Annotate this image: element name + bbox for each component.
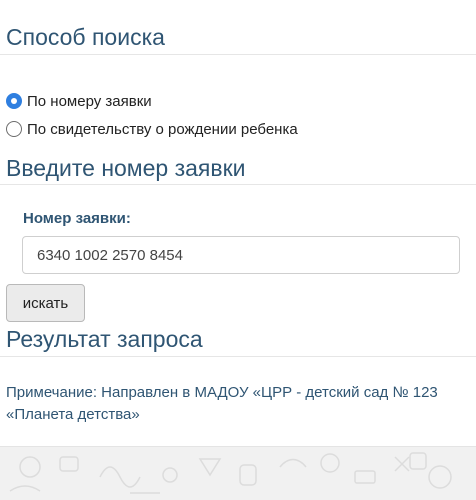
search-method-title: Способ поиска: [6, 24, 165, 50]
application-number-input[interactable]: [22, 236, 460, 274]
section-divider: [0, 184, 476, 185]
section-divider: [0, 54, 476, 55]
result-note-line-1: Примечание: Направлен в МАДОУ «ЦРР - дет…: [6, 384, 438, 401]
radio-by-birth-certificate[interactable]: По свидетельству о рождении ребенка: [6, 119, 298, 139]
radio-label-application-number: По номеру заявки: [27, 92, 152, 110]
application-number-label: Номер заявки:: [23, 210, 131, 227]
doodle-pattern-icon: [9, 452, 452, 494]
result-note: Примечание: Направлен в МАДОУ «ЦРР - дет…: [6, 382, 471, 426]
radio-label-birth-certificate: По свидетельству о рождении ребенка: [27, 120, 298, 138]
section-divider: [0, 356, 476, 357]
radio-by-application-number[interactable]: По номеру заявки: [6, 91, 152, 111]
application-number-title: Введите номер заявки: [6, 155, 246, 181]
search-button[interactable]: искать: [6, 284, 85, 322]
radio-checked-icon[interactable]: [6, 93, 22, 109]
result-title: Результат запроса: [6, 326, 203, 352]
radio-unchecked-icon[interactable]: [6, 121, 22, 137]
footer-decorative-pattern: [0, 446, 476, 500]
page: Способ поиска По номеру заявки По свидет…: [0, 0, 476, 500]
result-note-line-2: «Планета детства»: [6, 406, 140, 423]
